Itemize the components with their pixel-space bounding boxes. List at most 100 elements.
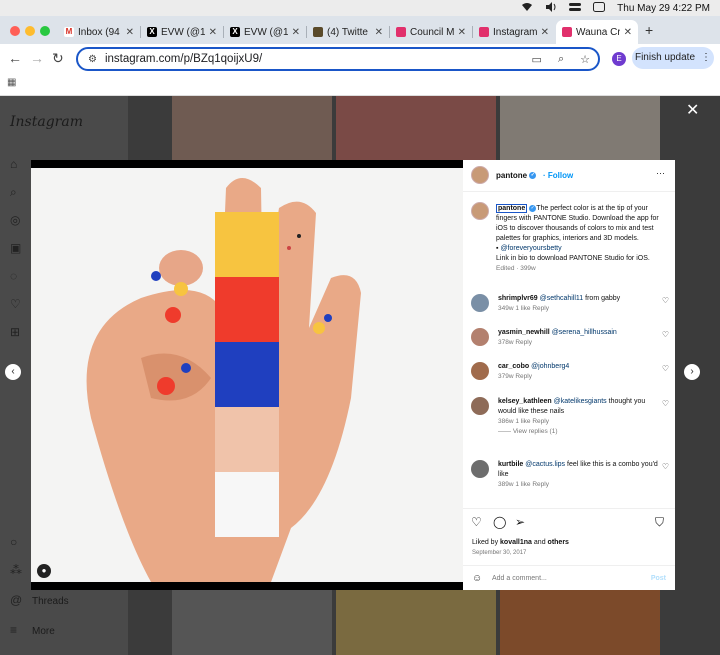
- address-bar[interactable]: ⚙ instagram.com/p/BZq1qoijxU9/ ▭ ⌕ ☆: [76, 47, 600, 71]
- like-comment-heart-icon[interactable]: ♡: [662, 330, 669, 340]
- author-avatar[interactable]: [471, 166, 489, 184]
- grid-post-tile[interactable]: [172, 96, 332, 160]
- close-modal-icon[interactable]: ✕: [686, 100, 699, 120]
- minimize-window-button[interactable]: [25, 26, 35, 36]
- reels-icon[interactable]: ▣: [10, 242, 23, 255]
- volume-icon[interactable]: [545, 2, 557, 15]
- commenter-avatar[interactable]: [471, 294, 489, 312]
- messenger-icon[interactable]: ◌: [10, 270, 23, 283]
- more-label[interactable]: More: [32, 626, 55, 637]
- credit-handle-link[interactable]: @foreveryoursbetty: [500, 245, 561, 252]
- commenter-avatar[interactable]: [471, 460, 489, 478]
- comment-meta[interactable]: 386w 1 like Reply: [498, 418, 549, 425]
- follow-button[interactable]: · Follow: [543, 171, 573, 180]
- commenter-handle[interactable]: kurtbile: [498, 461, 523, 468]
- screen-icon[interactable]: [593, 2, 606, 15]
- bookmark-star-icon[interactable]: ☆: [580, 53, 590, 66]
- commenter-handle[interactable]: yasmin_newhill: [498, 329, 550, 336]
- search-icon[interactable]: ⌕: [10, 186, 23, 199]
- like-heart-icon[interactable]: ♡: [471, 515, 482, 529]
- comment-meta[interactable]: 389w 1 like Reply: [498, 481, 549, 488]
- grid-post-tile[interactable]: [336, 590, 496, 655]
- commenter-handle[interactable]: car_cobo: [498, 363, 529, 370]
- tab-twitter[interactable]: (4) Twitte ✕: [307, 20, 389, 44]
- author-handle-text[interactable]: pantone: [496, 171, 527, 180]
- like-comment-heart-icon[interactable]: ♡: [662, 296, 669, 306]
- finish-update-button[interactable]: Finish update ⋮: [632, 47, 714, 69]
- add-comment-input[interactable]: Add a comment...: [492, 575, 547, 582]
- comment-meta[interactable]: 378w Reply: [498, 339, 532, 346]
- tab-council[interactable]: Council M ✕: [390, 20, 472, 44]
- commenter-avatar[interactable]: [471, 362, 489, 380]
- close-tab-icon[interactable]: ✕: [209, 27, 217, 38]
- site-info-icon[interactable]: ⚙: [88, 54, 97, 65]
- post-comment-button[interactable]: Post: [651, 575, 666, 582]
- tagged-user-icon[interactable]: ●: [37, 564, 51, 578]
- emoji-icon[interactable]: ☺: [472, 573, 482, 584]
- comment-mention-link[interactable]: @cactus.lips: [525, 461, 565, 468]
- caption-author-avatar[interactable]: [471, 202, 489, 220]
- threads-label[interactable]: Threads: [32, 596, 69, 607]
- next-post-button[interactable]: ›: [684, 364, 700, 380]
- close-tab-icon[interactable]: ✕: [126, 27, 134, 38]
- zoom-window-button[interactable]: [40, 26, 50, 36]
- new-tab-button[interactable]: +: [645, 22, 653, 38]
- explore-icon[interactable]: ◎: [10, 214, 23, 227]
- commenter-handle[interactable]: shrimplvr69: [498, 295, 538, 302]
- like-comment-heart-icon[interactable]: ♡: [662, 462, 669, 472]
- threads-icon[interactable]: @: [10, 594, 23, 607]
- caption-author-handle[interactable]: pantone: [496, 204, 528, 213]
- comment-bubble-icon[interactable]: ◯: [493, 515, 506, 529]
- control-center-icon[interactable]: [569, 2, 582, 15]
- like-comment-heart-icon[interactable]: ♡: [662, 399, 669, 409]
- comment-meta[interactable]: 349w 1 like Reply: [498, 305, 549, 312]
- apps-grid-icon[interactable]: ▦: [7, 77, 16, 88]
- commenter-avatar[interactable]: [471, 328, 489, 346]
- close-tab-icon[interactable]: ✕: [624, 27, 632, 38]
- meta-ai-icon[interactable]: ○: [10, 536, 23, 549]
- commenter-handle[interactable]: kelsey_kathleen: [498, 398, 552, 405]
- also-from-meta-icon[interactable]: ⁂: [10, 564, 23, 577]
- save-bookmark-icon[interactable]: ⛉: [655, 515, 664, 530]
- tab-wauna-active[interactable]: Wauna Cr ✕: [556, 20, 638, 44]
- share-send-icon[interactable]: ➢: [515, 515, 525, 529]
- grid-post-tile[interactable]: [500, 96, 660, 160]
- comment-meta[interactable]: 379w Reply: [498, 373, 532, 380]
- zoom-icon[interactable]: ⌕: [558, 53, 564, 66]
- instagram-logo[interactable]: Instagram: [10, 114, 83, 130]
- close-tab-icon[interactable]: ✕: [458, 27, 466, 38]
- post-date[interactable]: September 30, 2017: [472, 550, 526, 556]
- tab-instagram[interactable]: Instagram ✕: [473, 20, 555, 44]
- close-window-button[interactable]: [10, 26, 20, 36]
- close-tab-icon[interactable]: ✕: [541, 27, 549, 38]
- menubar-clock[interactable]: Thu May 29 4:22 PM: [617, 3, 710, 14]
- commenter-avatar[interactable]: [471, 397, 489, 415]
- home-icon[interactable]: ⌂: [10, 158, 23, 171]
- liked-by-user[interactable]: kovall1na: [500, 539, 532, 546]
- more-menu-icon[interactable]: ≡: [10, 624, 23, 637]
- comment-mention-link[interactable]: @katelikesgiants: [554, 398, 607, 405]
- notifications-heart-icon[interactable]: ♡: [10, 298, 23, 311]
- tab-evw-2[interactable]: X EVW (@1 ✕: [224, 20, 306, 44]
- url-text[interactable]: instagram.com/p/BZq1qoijxU9/: [105, 53, 524, 65]
- liked-by-text[interactable]: Liked by kovall1na and others: [472, 539, 569, 546]
- comment-mention-link[interactable]: @johnberg4: [531, 363, 569, 370]
- view-replies-link[interactable]: —— View replies (1): [498, 428, 558, 435]
- profile-avatar[interactable]: E: [612, 52, 626, 66]
- previous-post-button[interactable]: ‹: [5, 364, 21, 380]
- comment-mention-link[interactable]: @sethcahill11: [540, 295, 584, 302]
- wifi-icon[interactable]: [521, 2, 533, 15]
- forward-button[interactable]: →: [30, 50, 44, 66]
- like-comment-heart-icon[interactable]: ♡: [662, 364, 669, 374]
- comment-mention-link[interactable]: @serena_hillhussain: [552, 329, 617, 336]
- close-tab-icon[interactable]: ✕: [375, 27, 383, 38]
- author-handle[interactable]: pantone ✓: [496, 171, 537, 180]
- grid-post-tile[interactable]: [336, 96, 496, 160]
- grid-post-tile[interactable]: [172, 590, 332, 655]
- reload-button[interactable]: ↻: [52, 50, 64, 67]
- grid-post-tile[interactable]: [500, 590, 660, 655]
- liked-by-others[interactable]: others: [548, 539, 569, 546]
- close-tab-icon[interactable]: ✕: [292, 27, 300, 38]
- back-button[interactable]: ←: [8, 50, 22, 66]
- post-photo[interactable]: ●: [31, 160, 463, 590]
